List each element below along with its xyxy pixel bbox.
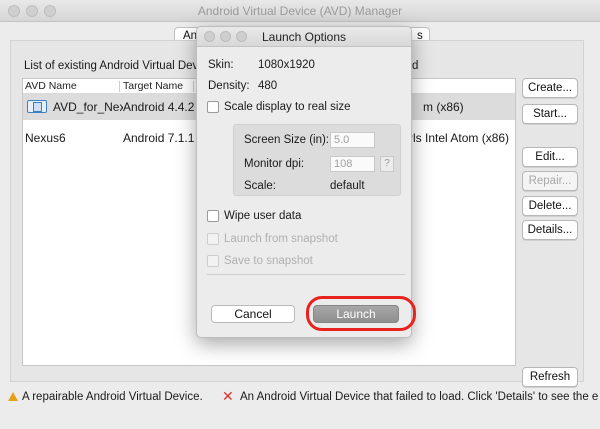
repair-button[interactable]: Repair... — [522, 171, 578, 191]
wipe-user-data-label[interactable]: Wipe user data — [224, 210, 301, 222]
launch-options-dialog: Launch Options Skin: 1080x1920 Density: … — [196, 26, 412, 338]
legend-failed: An Android Virtual Device that failed to… — [240, 391, 599, 403]
column-divider — [119, 81, 120, 92]
row-cpu: m (x86) — [423, 100, 464, 114]
main-titlebar: Android Virtual Device (AVD) Manager — [0, 0, 600, 22]
dialog-divider — [207, 274, 405, 275]
scale-value: default — [330, 180, 365, 192]
avd-list-label: List of existing Android Virtual Devic — [24, 60, 207, 72]
error-icon: ✕ — [222, 388, 234, 404]
row-target-name: Android 4.4.2 — [123, 100, 195, 114]
scale-display-checkbox[interactable] — [207, 101, 219, 113]
dialog-titlebar: Launch Options — [197, 27, 411, 47]
launch-from-snapshot-label: Launch from snapshot — [224, 233, 338, 245]
screen-size-label: Screen Size (in): — [244, 134, 330, 146]
edit-button[interactable]: Edit... — [522, 147, 578, 167]
density-value: 480 — [258, 80, 278, 92]
window-title: Android Virtual Device (AVD) Manager — [197, 4, 403, 18]
skin-label: Skin: — [208, 59, 234, 71]
density-row: Density: 480 — [208, 80, 277, 92]
legend-repairable: A repairable Android Virtual Device. — [22, 391, 203, 403]
warning-icon — [8, 392, 18, 401]
phone-icon — [27, 100, 47, 113]
row-cpu: Pls Intel Atom (x86) — [405, 131, 510, 145]
create-button[interactable]: Create... — [522, 78, 578, 98]
scale-display-label[interactable]: Scale display to real size — [224, 101, 351, 113]
skin-row: Skin: 1080x1920 — [208, 59, 315, 71]
cancel-button[interactable]: Cancel — [211, 305, 295, 323]
launch-button[interactable]: Launch — [313, 305, 399, 323]
avd-list-label-tail: d — [412, 60, 419, 72]
scale-label: Scale: — [244, 180, 276, 192]
column-target-name[interactable]: Target Name — [123, 80, 183, 92]
column-avd-name[interactable]: AVD Name — [25, 80, 77, 92]
launch-from-snapshot-checkbox[interactable] — [207, 233, 219, 245]
monitor-dpi-input[interactable] — [330, 156, 375, 172]
wipe-user-data-checkbox[interactable] — [207, 210, 219, 222]
screen-size-input[interactable] — [330, 132, 375, 148]
column-divider — [193, 81, 194, 92]
refresh-button[interactable]: Refresh — [522, 367, 578, 387]
skin-value: 1080x1920 — [258, 59, 315, 71]
save-to-snapshot-checkbox[interactable] — [207, 255, 219, 267]
start-button[interactable]: Start... — [522, 104, 578, 124]
scale-settings-panel: Screen Size (in): Monitor dpi: ? Scale: … — [233, 124, 401, 196]
dialog-title: Launch Options — [261, 30, 347, 44]
density-label: Density: — [208, 80, 250, 92]
row-avd-name: Nexus6 — [25, 131, 66, 145]
monitor-dpi-label: Monitor dpi: — [244, 158, 305, 170]
help-button[interactable]: ? — [380, 156, 394, 172]
delete-button[interactable]: Delete... — [522, 196, 578, 216]
details-button[interactable]: Details... — [522, 220, 578, 240]
row-target-name: Android 7.1.1 — [123, 131, 195, 145]
row-avd-name: AVD_for_Nex — [53, 100, 123, 114]
save-to-snapshot-label: Save to snapshot — [224, 255, 313, 267]
